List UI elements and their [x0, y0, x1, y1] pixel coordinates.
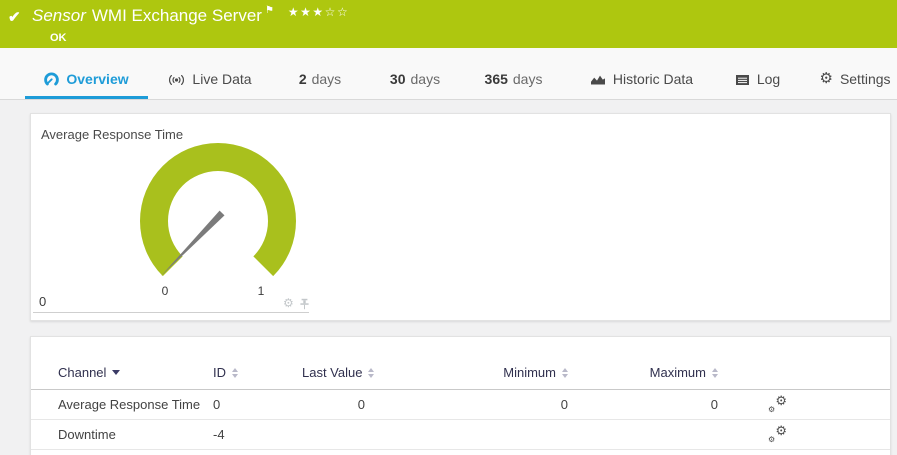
id-cell: -4 [213, 427, 225, 442]
favorite-flag-icon[interactable]: ⚑ [265, 5, 274, 16]
tab-historic-data[interactable]: Historic Data [583, 48, 700, 99]
channel-settings-icon[interactable]: ⚙ ⚙ [768, 394, 787, 414]
col-header-minimum[interactable]: Minimum [402, 365, 568, 380]
sensor-status-text: OK [50, 32, 67, 44]
tab-365-days[interactable]: 365 days [478, 48, 549, 99]
col-header-id[interactable]: ID [213, 365, 302, 380]
sort-icon [232, 367, 238, 378]
sort-desc-icon [112, 370, 121, 375]
id-cell: 0 [213, 397, 221, 412]
content-area: Average Response Time 0 1 0 ⚙ Channel ID… [0, 100, 897, 455]
status-check-icon: ✔ [8, 9, 21, 26]
tab-live-data[interactable]: Live Data [160, 48, 260, 99]
sensor-title-block: Sensor WMI Exchange Server ⚑ ★★★☆☆ OK [32, 5, 349, 48]
col-header-maximum[interactable]: Maximum [568, 365, 718, 380]
sensor-status-header: ✔ Sensor WMI Exchange Server ⚑ ★★★☆☆ OK [0, 0, 897, 48]
tab-settings[interactable]: ⚙ Settings [819, 48, 890, 99]
col-header-last-value[interactable]: Last Value [302, 365, 402, 380]
gauge-panel-title: Average Response Time [41, 127, 184, 142]
tab-bar: Overview Live Data 2 days 30 days 365 da… [0, 48, 897, 100]
channel-name-cell[interactable]: Downtime [58, 427, 213, 442]
channel-name-cell[interactable]: Average Response Time [58, 397, 213, 412]
table-row-downtime: Downtime -4 ⚙ ⚙ [31, 420, 890, 450]
response-time-gauge [140, 142, 296, 277]
log-list-icon [735, 74, 750, 86]
col-header-channel[interactable]: Channel [58, 365, 213, 380]
gauge-baseline [33, 312, 309, 313]
channels-panel: Channel ID Last Value Minimum Maximum Av… [30, 336, 891, 455]
maximum-cell: 0 [710, 397, 718, 412]
table-row-average-response-time: Average Response Time 0 0 0 0 ⚙ ⚙ [31, 390, 890, 420]
tab-30-days[interactable]: 30 days [383, 48, 447, 99]
gauge-axis-corner-label: 0 [39, 294, 47, 309]
gauge-arc [140, 142, 296, 277]
tab-overview[interactable]: Overview [25, 48, 148, 99]
minimum-cell: 0 [560, 397, 568, 412]
tab-2-days[interactable]: 2 days [290, 48, 350, 99]
sort-icon [712, 367, 718, 378]
gauge-icon [44, 72, 60, 87]
sensor-title: WMI Exchange Server [91, 6, 262, 25]
last-value-cell: 0 [357, 397, 365, 412]
area-chart-icon [590, 73, 606, 86]
gauge-scale-max-label: 1 [257, 284, 265, 298]
gadget-settings-gear-icon[interactable]: ⚙ [283, 297, 294, 309]
tab-log[interactable]: Log [728, 48, 787, 99]
gear-icon: ⚙ [819, 70, 833, 87]
priority-stars[interactable]: ★★★☆☆ [288, 5, 349, 19]
gauge-scale-min-label: 0 [161, 284, 169, 298]
broadcast-icon [168, 73, 185, 87]
gauge-panel: Average Response Time 0 1 0 ⚙ [30, 113, 891, 321]
sort-icon [368, 367, 375, 378]
channels-table-header: Channel ID Last Value Minimum Maximum [31, 356, 890, 390]
gadget-pin-icon[interactable] [299, 297, 310, 315]
sensor-type-label: Sensor [32, 6, 86, 25]
prtg-sensor-page: ✔ Sensor WMI Exchange Server ⚑ ★★★☆☆ OK … [0, 0, 897, 455]
channel-settings-icon[interactable]: ⚙ ⚙ [768, 424, 787, 444]
